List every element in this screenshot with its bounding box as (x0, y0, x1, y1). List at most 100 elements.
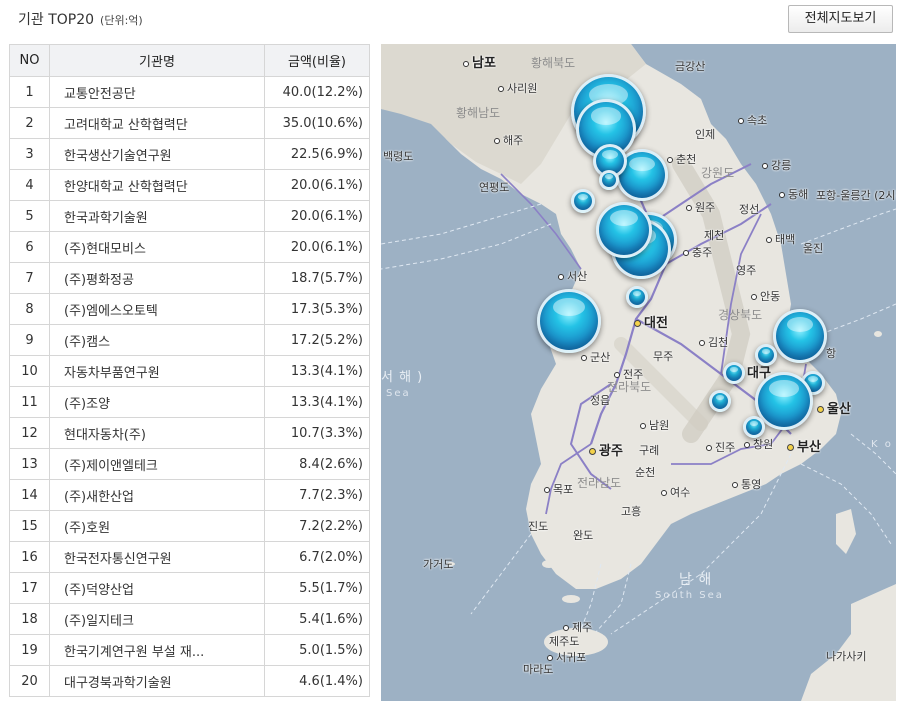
row-number: 12 (9, 417, 50, 449)
map-label-mokpo: 목포 (544, 481, 573, 497)
institution-name: (주)호원 (49, 510, 265, 542)
map-label-goheung: 고흥 (621, 505, 642, 518)
table-row[interactable]: 3 한국생산기술연구원 22.5(6.9%) (9, 138, 370, 170)
map-label-muju: 무주 (653, 350, 674, 363)
institution-name: 자동차부품연구원 (49, 355, 265, 387)
institution-name: (주)새한산업 (49, 479, 265, 511)
amount-ratio: 20.0(6.1%) (264, 200, 370, 232)
institution-name: (주)조양 (49, 386, 265, 418)
amount-ratio: 17.3(5.3%) (264, 293, 370, 325)
amount-ratio: 17.2(5.2%) (264, 324, 370, 356)
institution-name: (주)평화정공 (49, 262, 265, 294)
map-marker-bubble[interactable] (571, 189, 595, 213)
column-header-name: 기관명 (49, 44, 265, 77)
map-marker-bubble[interactable] (755, 344, 777, 366)
table-row[interactable]: 2 고려대학교 산학협력단 35.0(10.6%) (9, 107, 370, 139)
table-row[interactable]: 1 교통안전공단 40.0(12.2%) (9, 76, 370, 108)
institution-name: 교통안전공단 (49, 76, 265, 108)
map-marker-bubble[interactable] (626, 286, 648, 308)
map-label-andong: 안동 (751, 288, 780, 304)
map-label-uljin: 울진 (803, 242, 824, 255)
map-marker-bubble[interactable] (743, 416, 765, 438)
institution-name: (주)제이앤엘테크 (49, 448, 265, 480)
table-row[interactable]: 9 (주)캠스 17.2(5.2%) (9, 324, 370, 356)
map-marker-bubble[interactable] (537, 289, 601, 353)
amount-ratio: 40.0(12.2%) (264, 76, 370, 108)
map-label-donghae: 동해 (779, 186, 808, 202)
row-number: 16 (9, 541, 50, 573)
row-number: 6 (9, 231, 50, 263)
map-label-korea-strait: K o r (871, 439, 896, 450)
map-label-haeju: 해주 (494, 132, 523, 148)
table-row[interactable]: 7 (주)평화정공 18.7(5.7%) (9, 262, 370, 294)
table-row[interactable]: 19 한국기계연구원 부설 재... 5.0(1.5%) (9, 634, 370, 666)
map-label-gangwondo: 강원도 (701, 166, 735, 180)
row-number: 2 (9, 107, 50, 139)
institution-name: 고려대학교 산학협력단 (49, 107, 265, 139)
amount-ratio: 35.0(10.6%) (264, 107, 370, 139)
map-label-taebaek: 태백 (766, 231, 795, 247)
map-marker-bubble[interactable] (599, 170, 619, 190)
table-row[interactable]: 8 (주)엠에스오토텍 17.3(5.3%) (9, 293, 370, 325)
map-label-south-sea: 남 해 (679, 572, 713, 588)
map-label-nampo: 남포 (463, 52, 496, 71)
amount-ratio: 4.6(1.4%) (264, 665, 370, 697)
institution-name: 한국생산기술연구원 (49, 138, 265, 170)
row-number: 8 (9, 293, 50, 325)
map-label-gunsan: 군산 (581, 349, 610, 365)
map-label-geumgangsan: 금강산 (675, 60, 706, 73)
table-row[interactable]: 16 한국전자통신연구원 6.7(2.0%) (9, 541, 370, 573)
map-label-chungju: 충주 (683, 244, 712, 260)
map-label-jeollabukdo: 전라북도 (607, 380, 652, 394)
map-label-namwon: 남원 (640, 417, 669, 433)
institution-name: 한국기계연구원 부설 재... (49, 634, 265, 666)
row-number: 5 (9, 200, 50, 232)
table-row[interactable]: 10 자동차부품연구원 13.3(4.1%) (9, 355, 370, 387)
table-row[interactable]: 17 (주)덕양산업 5.5(1.7%) (9, 572, 370, 604)
map-marker-bubble[interactable] (723, 362, 745, 384)
row-number: 14 (9, 479, 50, 511)
amount-ratio: 5.0(1.5%) (264, 634, 370, 666)
map-label-daejeon: 대전 (634, 312, 668, 331)
map-label-yeosu: 여수 (661, 484, 690, 500)
map-marker-bubble[interactable] (773, 309, 827, 363)
map-label-jeongeup: 정읍 (590, 394, 611, 407)
map-marker-bubble[interactable] (596, 202, 652, 258)
map-label-ulsan: 울산 (817, 398, 851, 417)
amount-ratio: 18.7(5.7%) (264, 262, 370, 294)
map-label-chuncheon: 춘천 (667, 151, 696, 167)
unit-text: (단위:억) (100, 14, 143, 27)
map-label-hwanghaenamdo: 황해남도 (456, 106, 501, 120)
column-header-no: NO (9, 44, 50, 77)
table-row[interactable]: 4 한양대학교 산학협력단 20.0(6.1%) (9, 169, 370, 201)
map-label-gwangju: 광주 (589, 440, 623, 459)
map-label-changwon: 창원 (744, 436, 773, 452)
table-row[interactable]: 13 (주)제이앤엘테크 8.4(2.6%) (9, 448, 370, 480)
table-row[interactable]: 12 현대자동차(주) 10.7(3.3%) (9, 417, 370, 449)
map-label-tongyeong: 통영 (732, 476, 761, 492)
row-number: 9 (9, 324, 50, 356)
full-map-button[interactable]: 전체지도보기 (788, 5, 893, 33)
row-number: 4 (9, 169, 50, 201)
table-row[interactable]: 5 한국과학기술원 20.0(6.1%) (9, 200, 370, 232)
table-row[interactable]: 18 (주)일지테크 5.4(1.6%) (9, 603, 370, 635)
amount-ratio: 20.0(6.1%) (264, 231, 370, 263)
map-label-marado: 마라도 (523, 663, 554, 676)
table-row[interactable]: 20 대구경북과학기술원 4.6(1.4%) (9, 665, 370, 697)
map-marker-bubble[interactable] (709, 390, 731, 412)
table-row[interactable]: 11 (주)조양 13.3(4.1%) (9, 386, 370, 418)
institution-name: (주)덕양산업 (49, 572, 265, 604)
map-label-yeongju: 영주 (736, 264, 757, 277)
map-view[interactable]: 남포 황해북도 사리원 금강산 황해남도 해주 백령도 연평도 인제 속초 춘천… (381, 44, 896, 701)
table-row[interactable]: 6 (주)현대모비스 20.0(6.1%) (9, 231, 370, 263)
table-row[interactable]: 15 (주)호원 7.2(2.2%) (9, 510, 370, 542)
table-body: 1 교통안전공단 40.0(12.2%) 2 고려대학교 산학협력단 35.0(10.6%… (9, 76, 370, 697)
table-row[interactable]: 14 (주)새한산업 7.7(2.3%) (9, 479, 370, 511)
amount-ratio: 8.4(2.6%) (264, 448, 370, 480)
row-number: 11 (9, 386, 50, 418)
map-label-seosan: 서산 (558, 268, 587, 284)
map-label-jeollanamdo: 전라남도 (577, 476, 622, 490)
map-label-busan: 부산 (787, 436, 821, 455)
map-label-gyeongsangbukdo: 경상북도 (718, 308, 763, 322)
amount-ratio: 6.7(2.0%) (264, 541, 370, 573)
